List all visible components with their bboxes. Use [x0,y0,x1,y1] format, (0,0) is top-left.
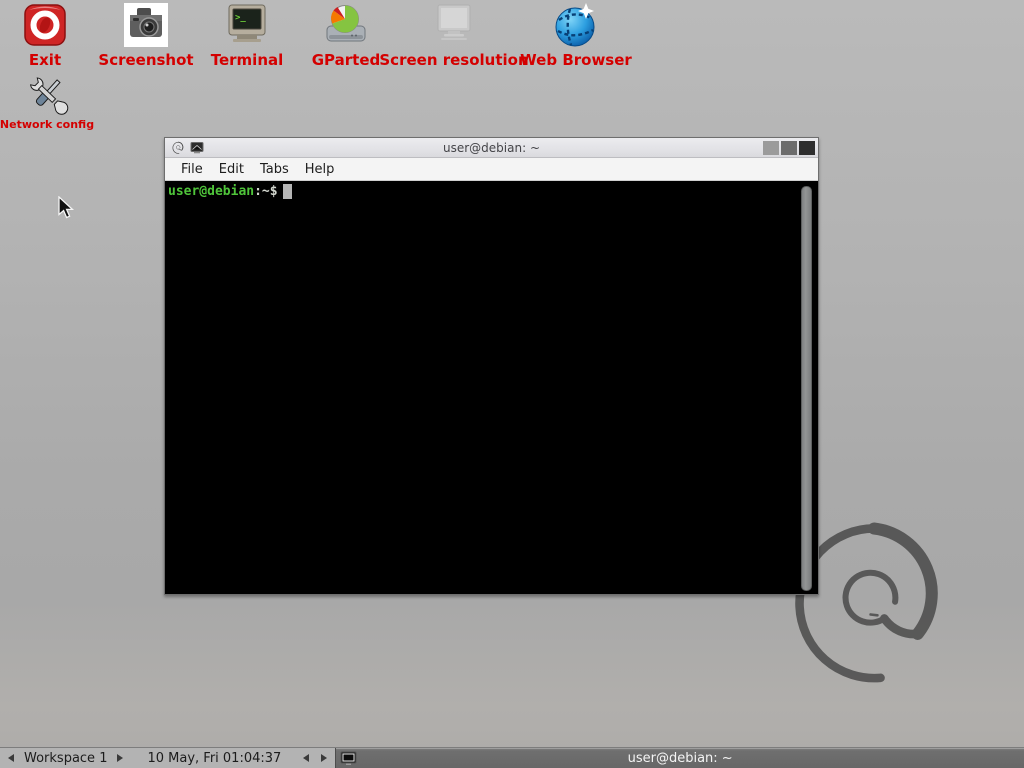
camera-icon [123,2,169,48]
mouse-cursor [58,196,75,219]
shell-prompt: user@debian:~$ [168,184,292,199]
terminal-cursor [283,184,292,199]
disk-partition-icon [323,2,369,48]
svg-text:>_: >_ [235,13,246,23]
titlebar-icons [167,141,204,154]
prompt-user-host: user@debian [168,184,254,199]
tools-icon [25,72,69,116]
window-controls [763,141,816,155]
desktop-icon-web-browser[interactable]: Web Browser [511,2,641,68]
workspace-next-button[interactable] [113,748,127,768]
desktop-icon-label: Web Browser [520,52,632,68]
desktop-icon-network-config[interactable]: Network config [0,72,112,131]
monitor-icon [431,2,477,48]
desktop-icon-label: Exit [29,52,61,68]
menu-help[interactable]: Help [297,160,343,179]
right-arrow-icon [321,754,327,762]
desktop-icon-screen-resolution[interactable]: Screen resolution [389,2,519,68]
close-button[interactable] [799,141,815,155]
workspace-prev-button[interactable] [4,748,18,768]
window-titlebar[interactable]: user@debian: ~ [165,138,818,158]
right-arrow-icon [117,754,123,762]
menu-tabs[interactable]: Tabs [252,160,297,179]
menu-edit[interactable]: Edit [211,160,252,179]
terminal-window: user@debian: ~ File Edit Tabs Help user@… [164,137,819,595]
desktop-icon-label: Screen resolution [379,52,528,68]
window-monitor-icon [340,751,357,766]
window-menubar: File Edit Tabs Help [165,158,818,181]
terminal-mini-icon [190,142,204,154]
tasklist-pager [295,748,335,768]
menu-file[interactable]: File [173,160,211,179]
workspace-label[interactable]: Workspace 1 [18,751,113,766]
terminal-crt-icon: >_ [224,2,270,48]
terminal-scrollbar[interactable] [801,186,812,591]
tasklist-prev-button[interactable] [299,748,313,768]
globe-icon [553,2,599,48]
desktop-icon-label: Terminal [211,52,284,68]
prompt-path: :~$ [254,184,277,199]
left-arrow-icon [303,754,309,762]
window-title: user@debian: ~ [165,141,818,155]
tasklist-next-button[interactable] [317,748,331,768]
desktop-icon-label: Network config [0,119,94,131]
task-button-terminal[interactable]: user@debian: ~ [335,748,1024,768]
terminal-content[interactable]: user@debian:~$ [165,181,818,594]
taskbar: Workspace 1 10 May, Fri 01:04:37 user@de… [0,747,1024,768]
debian-desktop: { "desktop": { "icons": [ { "name": "exi… [0,0,1024,768]
task-button-label: user@debian: ~ [336,751,1024,766]
desktop-icon-label: GParted [312,52,381,68]
workspace-switcher: Workspace 1 [0,748,131,768]
minimize-button[interactable] [763,141,779,155]
debian-swirl-icon [172,141,185,154]
left-arrow-icon [8,754,14,762]
desktop-icon-label: Screenshot [98,52,193,68]
power-icon [22,2,68,48]
taskbar-clock: 10 May, Fri 01:04:37 [131,748,295,768]
maximize-button[interactable] [781,141,797,155]
